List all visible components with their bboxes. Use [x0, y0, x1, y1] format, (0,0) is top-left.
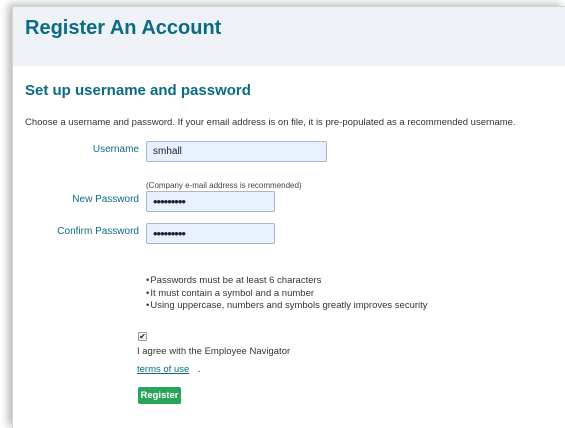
password-rule: It must contain a symbol and a number	[146, 288, 428, 301]
agree-text: I agree with the Employee Navigator	[137, 346, 291, 357]
header-bar: Register An Account	[13, 7, 565, 66]
password-rule: Passwords must be at least 6 characters	[146, 275, 428, 288]
new-password-input[interactable]	[146, 191, 275, 212]
username-label: Username	[92, 144, 139, 155]
username-input[interactable]	[146, 141, 327, 162]
section-title: Set up username and password	[25, 82, 251, 99]
checkmark-icon: ✔	[139, 332, 146, 341]
register-panel: Register An Account Set up username and …	[12, 6, 565, 428]
password-rules: Passwords must be at least 6 characters …	[146, 275, 428, 313]
terms-period: .	[198, 364, 201, 375]
username-hint: (Company e-mail address is recommended)	[146, 181, 302, 190]
confirm-password-label: Confirm Password	[57, 226, 139, 237]
page-title: Register An Account	[25, 17, 222, 39]
new-password-label: New Password	[72, 194, 139, 205]
intro-text: Choose a username and password. If your …	[25, 117, 516, 128]
terms-of-use-link[interactable]: terms of use	[137, 364, 189, 375]
password-rule: Using uppercase, numbers and symbols gre…	[146, 300, 427, 313]
register-button[interactable]: Register	[138, 387, 181, 404]
agree-checkbox[interactable]: ✔	[138, 332, 147, 341]
confirm-password-input[interactable]	[146, 223, 275, 244]
